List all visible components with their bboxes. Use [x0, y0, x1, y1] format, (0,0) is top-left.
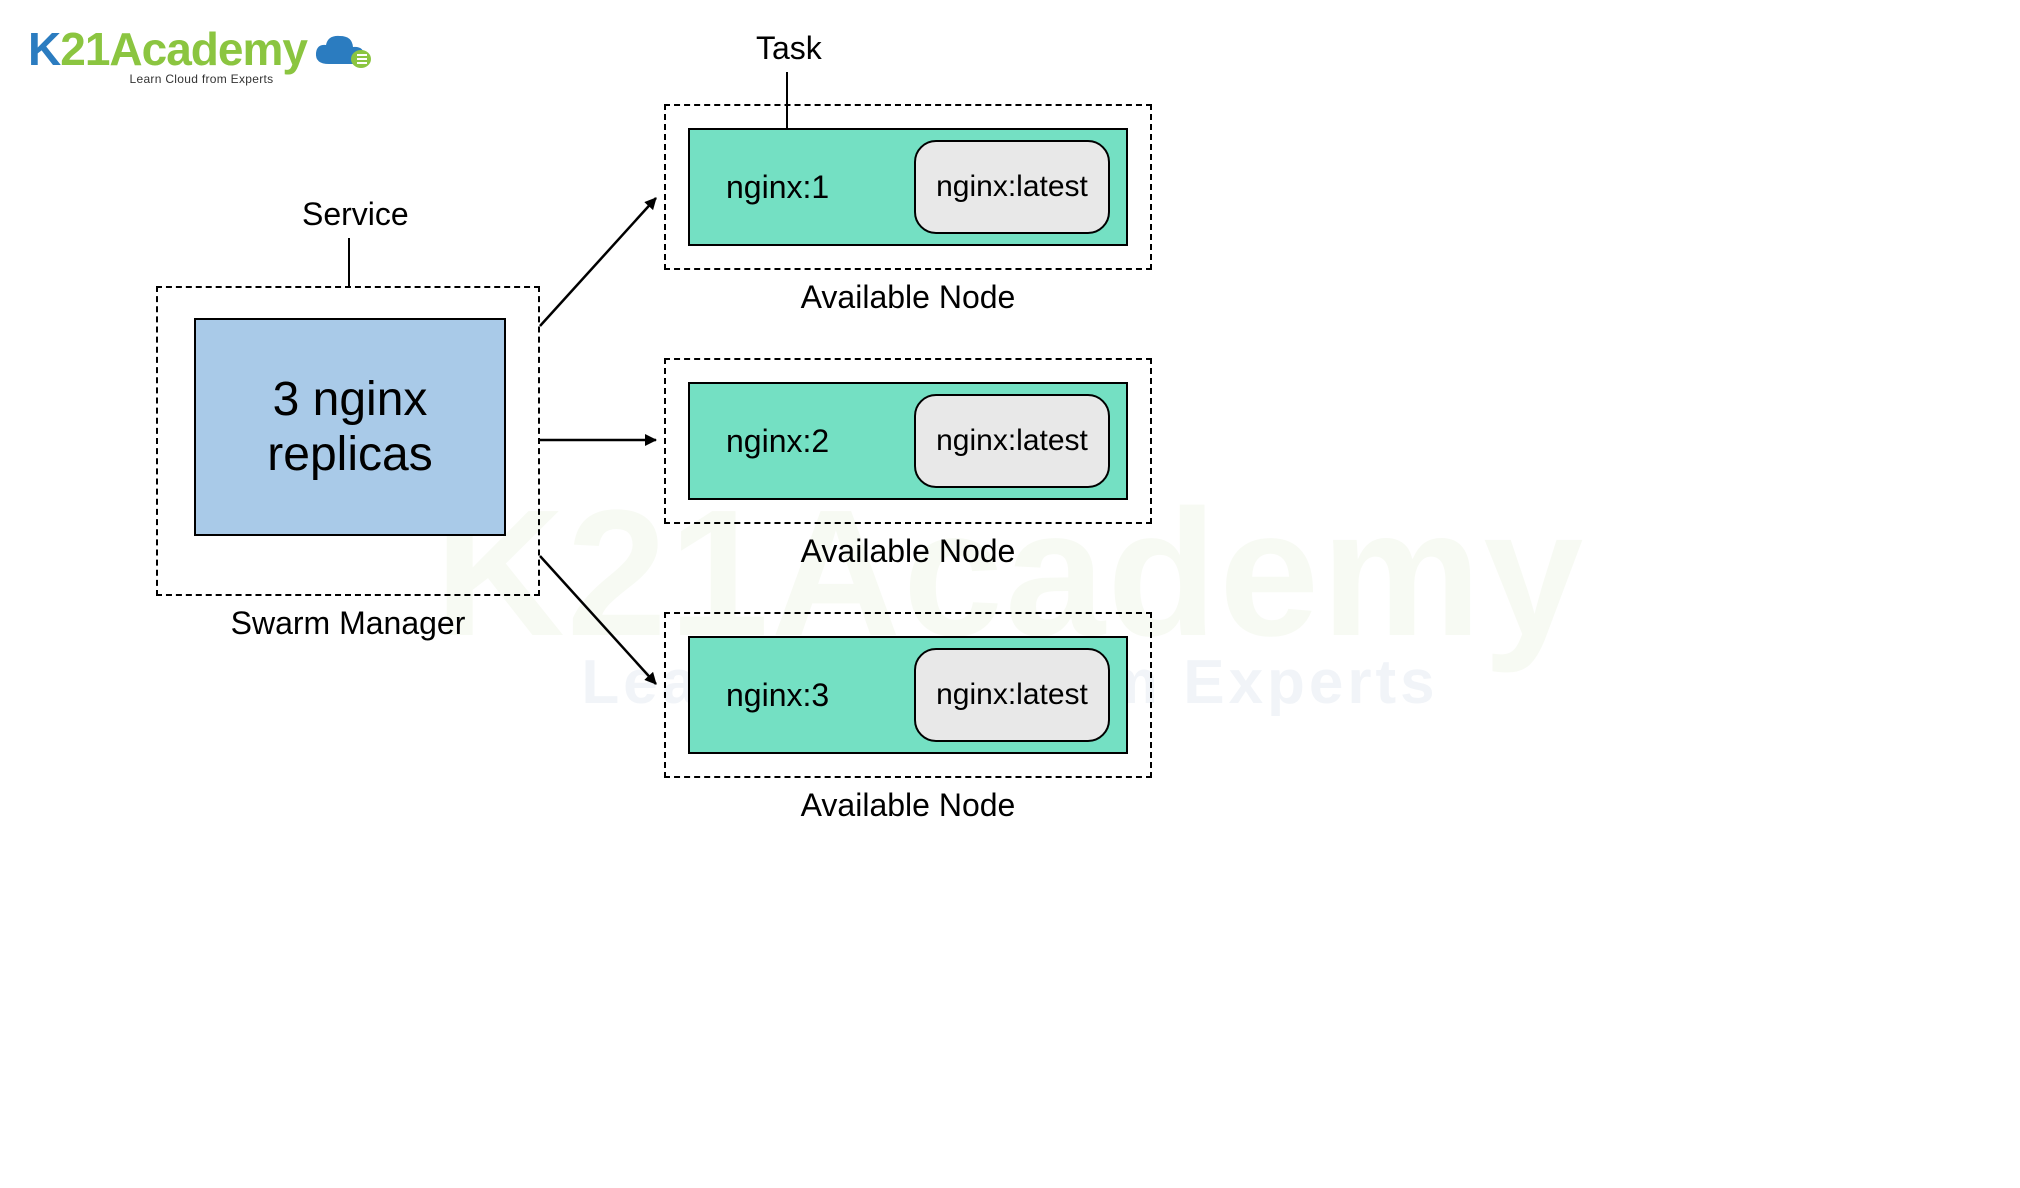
task-label: Task: [756, 30, 822, 67]
cloud-icon: [311, 32, 375, 72]
logo-21: 21: [60, 23, 109, 75]
node-caption-1: Available Node: [666, 279, 1150, 316]
service-text-line1: 3 nginx: [273, 373, 428, 426]
service-pointer: [348, 238, 350, 288]
logo-academy: Academy: [109, 23, 307, 75]
task-name-1: nginx:1: [726, 169, 829, 206]
node-caption-2: Available Node: [666, 533, 1150, 570]
service-text-line2: replicas: [267, 428, 432, 481]
service-label: Service: [302, 196, 409, 233]
task-box-3: nginx:3 nginx:latest: [688, 636, 1128, 754]
image-chip-3: nginx:latest: [914, 648, 1110, 742]
image-chip-1: nginx:latest: [914, 140, 1110, 234]
image-chip-2: nginx:latest: [914, 394, 1110, 488]
logo-tagline: Learn Cloud from Experts: [130, 72, 274, 86]
task-box-2: nginx:2 nginx:latest: [688, 382, 1128, 500]
node-container-1: nginx:1 nginx:latest Available Node: [664, 104, 1152, 270]
node-container-2: nginx:2 nginx:latest Available Node: [664, 358, 1152, 524]
task-name-3: nginx:3: [726, 677, 829, 714]
service-box: 3 nginx replicas: [194, 318, 506, 536]
swarm-manager-container: 3 nginx replicas Swarm Manager: [156, 286, 540, 596]
brand-logo: K21Academy Learn Cloud from Experts: [28, 22, 375, 86]
task-box-1: nginx:1 nginx:latest: [688, 128, 1128, 246]
node-caption-3: Available Node: [666, 787, 1150, 824]
task-name-2: nginx:2: [726, 423, 829, 460]
node-container-3: nginx:3 nginx:latest Available Node: [664, 612, 1152, 778]
swarm-manager-caption: Swarm Manager: [158, 605, 538, 642]
logo-k: K: [28, 23, 60, 75]
